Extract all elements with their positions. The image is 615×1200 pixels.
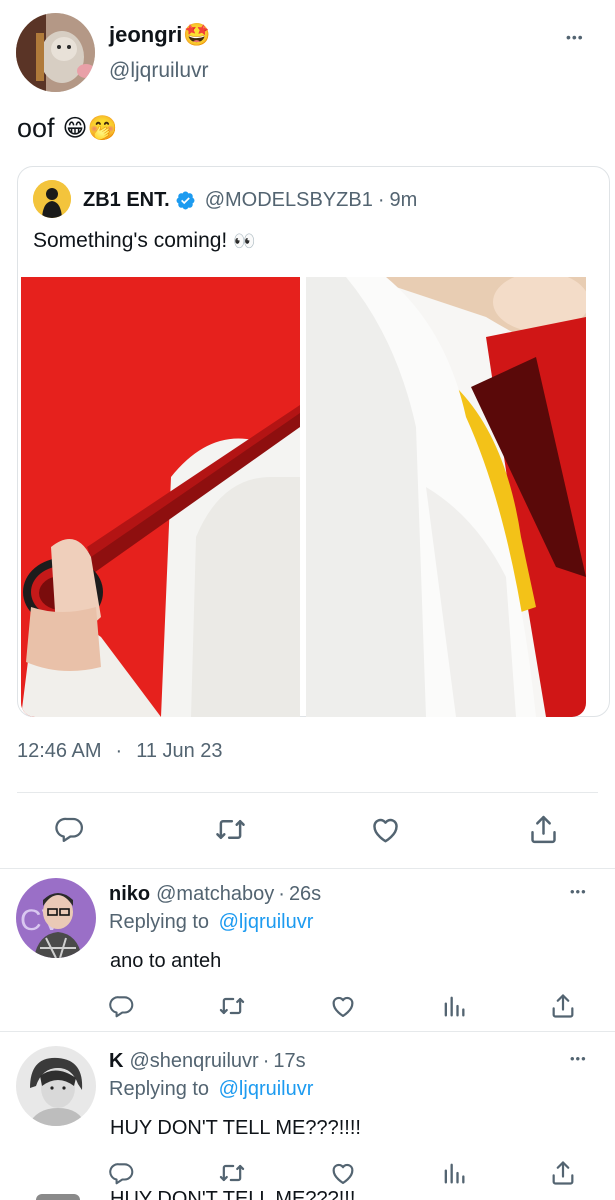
reply-2-replying-prefix: Replying to bbox=[109, 1078, 210, 1100]
author-avatar[interactable] bbox=[16, 13, 95, 92]
reply-1-more-icon[interactable]: ••• bbox=[570, 884, 587, 899]
reply-1-time[interactable]: 26s bbox=[289, 883, 321, 906]
timestamp-sep: · bbox=[115, 740, 123, 762]
reply-1-retweet-icon[interactable] bbox=[218, 992, 246, 1020]
tweet-text: oof bbox=[17, 113, 55, 143]
reply-2-time[interactable]: 17s bbox=[273, 1050, 305, 1073]
quoted-text-row: Something's coming! 👀 bbox=[33, 229, 256, 253]
timestamp-time: 12:46 AM bbox=[17, 740, 102, 762]
quoted-time[interactable]: 9m bbox=[389, 189, 417, 212]
author-name-emoji: 🤩 bbox=[183, 22, 211, 47]
retweet-icon[interactable] bbox=[214, 813, 247, 846]
author-name[interactable]: jeongri bbox=[109, 22, 182, 48]
quoted-text-emoji: 👀 bbox=[233, 230, 256, 251]
reply-1-header[interactable]: niko @matchaboy · 26s bbox=[109, 883, 321, 906]
reply-1-share-icon[interactable] bbox=[549, 992, 577, 1020]
reply-1-heart-icon[interactable] bbox=[329, 992, 357, 1020]
quoted-text: Something's coming! bbox=[33, 229, 228, 252]
reply-1-name[interactable]: niko bbox=[109, 883, 150, 906]
reply-2-share-icon[interactable] bbox=[549, 1159, 577, 1187]
tweet-timestamp[interactable]: 12:46 AM · 11 Jun 23 bbox=[17, 740, 223, 763]
author-name-row[interactable]: jeongri 🤩 bbox=[109, 20, 211, 50]
divider-reply-1 bbox=[0, 1031, 615, 1032]
divider-timestamp bbox=[17, 792, 598, 793]
quoted-handle[interactable]: @MODELSBYZB1 bbox=[205, 189, 373, 212]
reply-2-sep: · bbox=[262, 1050, 270, 1072]
reply-1-handle[interactable]: @matchaboy bbox=[156, 883, 274, 906]
reply-2-analytics-icon[interactable] bbox=[440, 1159, 468, 1187]
reply-1-sep: · bbox=[278, 883, 285, 905]
reply-1-text: ano to anteh bbox=[110, 950, 222, 972]
reply-1-replying-to: Replying to @ljqruiluvr bbox=[109, 911, 313, 934]
timestamp-date: 11 Jun 23 bbox=[136, 740, 223, 762]
quoted-author-name[interactable]: ZB1 ENT. bbox=[83, 189, 170, 212]
author-handle[interactable]: @ljqruiluvr bbox=[109, 59, 209, 83]
quoted-author-row[interactable]: ZB1 ENT. @MODELSBYZB1 · 9m bbox=[83, 187, 417, 213]
next-reply-avatar-partial bbox=[36, 1194, 80, 1200]
reply-2-replying-handle[interactable]: @ljqruiluvr bbox=[219, 1078, 314, 1100]
reply-2-header[interactable]: K @shenqruiluvr · 17s bbox=[109, 1050, 306, 1073]
quoted-author-avatar[interactable] bbox=[33, 180, 71, 218]
more-icon[interactable]: ••• bbox=[566, 29, 584, 45]
reply-2-retweet-icon[interactable] bbox=[218, 1159, 246, 1187]
reply-1-replying-prefix: Replying to bbox=[109, 911, 210, 933]
quoted-sep: · bbox=[377, 188, 385, 211]
quoted-media-image-2[interactable] bbox=[306, 277, 586, 717]
share-icon[interactable] bbox=[527, 813, 560, 846]
next-reply-text-partial: HUY DON'T TELL ME???!!! bbox=[110, 1189, 356, 1200]
quoted-media-image-1[interactable] bbox=[21, 277, 300, 717]
tweet-text-row: oof 😁🤭 bbox=[17, 113, 117, 144]
verified-badge-icon bbox=[175, 190, 196, 211]
reply-2-replying-to: Replying to @ljqruiluvr bbox=[109, 1078, 313, 1101]
reply-2-text: HUY DON'T TELL ME???!!!! bbox=[110, 1117, 361, 1139]
tweet-text-emojis: 😁🤭 bbox=[62, 115, 118, 142]
heart-icon[interactable] bbox=[369, 813, 402, 846]
reply-2-name[interactable]: K bbox=[109, 1050, 123, 1073]
reply-2-heart-icon[interactable] bbox=[329, 1159, 357, 1187]
reply-2-more-icon[interactable]: ••• bbox=[570, 1051, 587, 1066]
reply-1-avatar[interactable]: CV bbox=[16, 878, 96, 958]
reply-1-replying-handle[interactable]: @ljqruiluvr bbox=[219, 911, 314, 933]
divider-main bbox=[0, 868, 615, 869]
reply-2-avatar[interactable] bbox=[16, 1046, 96, 1126]
reply-2-reply-icon[interactable] bbox=[109, 1160, 135, 1186]
reply-1-analytics-icon[interactable] bbox=[440, 992, 468, 1020]
reply-2-handle[interactable]: @shenqruiluvr bbox=[129, 1050, 258, 1073]
reply-icon[interactable] bbox=[55, 814, 85, 844]
reply-1-reply-icon[interactable] bbox=[109, 993, 135, 1019]
